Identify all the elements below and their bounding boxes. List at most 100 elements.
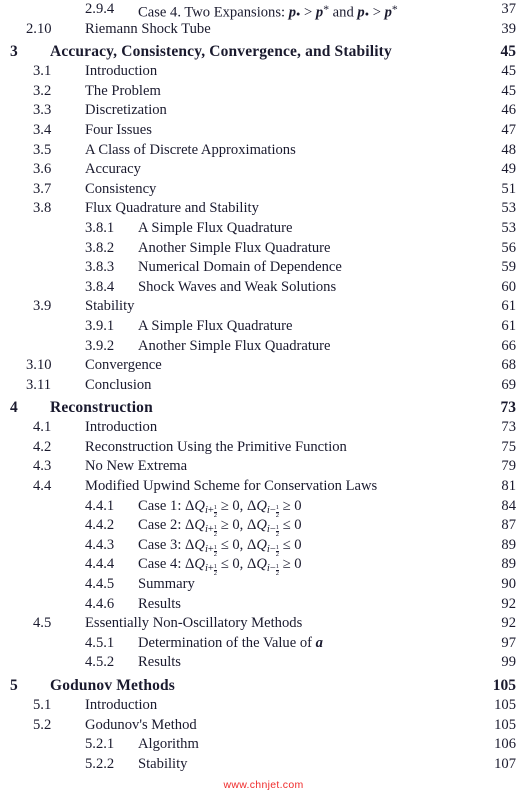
toc-entry-4-3[interactable]: 4.3 No New Extrema 79: [0, 457, 527, 477]
toc-entry-title: Introduction: [85, 697, 158, 713]
toc-entry-3-9-2[interactable]: 3.9.2 Another Simple Flux Quadrature 66: [0, 337, 527, 357]
toc-entry-page-number: 66: [501, 337, 516, 354]
toc-entry-page-number: 87: [501, 517, 516, 534]
toc-entry-3-8-1[interactable]: 3.8.1 A Simple Flux Quadrature 53: [0, 219, 527, 239]
toc-entry-2-9-4[interactable]: 2.9.4 Case 4. Two Expansions: p• > p* and…: [0, 0, 527, 22]
toc-entry-number: 4.5.2: [85, 654, 115, 671]
toc-entry-page-number: 81: [501, 478, 516, 495]
toc-entry-page-number: 37: [501, 1, 516, 17]
toc-entry-3-1[interactable]: 3.1 Introduction 45: [0, 62, 527, 82]
toc-entry-4-2[interactable]: 4.2 Reconstruction Using the Primitive Fu…: [0, 438, 527, 458]
toc-entry-4-4[interactable]: 4.4 Modified Upwind Scheme for Conservati…: [0, 477, 527, 497]
toc-entry-number: 4.4.1: [85, 497, 115, 514]
toc-entry-4-1[interactable]: 4.1 Introduction 73: [0, 418, 527, 438]
toc-entry-4-5-1[interactable]: 4.5.1 Determination of the Value of a 97: [0, 634, 527, 654]
toc-entry-3-2[interactable]: 3.2 The Problem 45: [0, 82, 527, 102]
toc-entry-4[interactable]: 4 Reconstruction 73: [0, 395, 527, 418]
toc-entry-page-number: 46: [501, 102, 516, 119]
toc-entry-number: 4.4: [33, 478, 52, 495]
toc-entry-4-4-5[interactable]: 4.4.5 Summary 90: [0, 575, 527, 595]
toc-entry-title: The Problem: [85, 82, 161, 99]
toc-entry-number: 3.9: [33, 298, 52, 315]
toc-entry-title: Numerical Domain of Dependence: [138, 259, 342, 276]
toc-entry-number: 4.4.2: [85, 517, 115, 534]
toc-entry-number: 4.5.1: [85, 634, 115, 651]
toc-entry-page-number: 84: [501, 497, 516, 514]
toc-entry-number: 3.9.2: [85, 337, 115, 354]
toc-entry-page-number: 79: [501, 458, 516, 475]
toc-entry-3-8-3[interactable]: 3.8.3 Numerical Domain of Dependence 59: [0, 258, 527, 278]
toc-entry-5-2-1[interactable]: 5.2.1 Algorithm 106: [0, 735, 527, 755]
toc-entry-3-3[interactable]: 3.3 Discretization 46: [0, 101, 527, 121]
toc-entry-4-4-6[interactable]: 4.4.6 Results 92: [0, 595, 527, 615]
toc-entry-page-number: 89: [501, 556, 516, 573]
toc-entry-title: Another Simple Flux Quadrature: [138, 239, 331, 256]
toc-entry-number: 3.6: [33, 161, 52, 178]
toc-entry-3-8[interactable]: 3.8 Flux Quadrature and Stability 53: [0, 199, 527, 219]
toc-entry-page-number: 53: [501, 200, 516, 217]
toc-entry-3-5[interactable]: 3.5 A Class of Discrete Approximations 48: [0, 141, 527, 161]
toc-entry-page-number: 73: [501, 419, 516, 436]
toc-entry-5-2-2[interactable]: 5.2.2 Stability 107: [0, 755, 527, 775]
toc-entry-page-number: 49: [501, 161, 516, 178]
toc-entry-page-number: 106: [494, 736, 516, 753]
toc-entry-page-number: 61: [501, 298, 516, 315]
toc-entry-number: 3.9.1: [85, 317, 115, 334]
toc-entry-2-10[interactable]: 2.10 Riemann Shock Tube 39: [0, 20, 527, 40]
toc-entry-5[interactable]: 5 Godunov Methods 105: [0, 673, 527, 696]
toc-entry-3-8-4[interactable]: 3.8.4 Shock Waves and Weak Solutions 60: [0, 278, 527, 298]
toc-entry-4-4-3[interactable]: 4.4.3 Case 3: ΔQi+ 1 2 ≤ 0, ΔQi− 1 2 ≤ 0 89: [0, 536, 527, 558]
toc-entry-page-number: 69: [501, 376, 516, 393]
toc-entry-number: 5.2.1: [85, 736, 115, 753]
toc-entry-page-number: 53: [501, 219, 516, 236]
toc-entry-title: Modified Upwind Scheme for Conservation …: [85, 478, 378, 495]
toc-entry-title: Summary: [138, 576, 195, 593]
toc-entry-number: 5.2.2: [85, 755, 115, 772]
toc-entry-title: Stability: [85, 298, 135, 315]
toc-entry-number: 4.1: [33, 419, 52, 436]
toc-entry-4-4-2[interactable]: 4.4.2 Case 2: ΔQi+ 1 2 ≥ 0, ΔQi− 1 2 ≤ 0 87: [0, 516, 527, 538]
toc-entry-3-8-2[interactable]: 3.8.2 Another Simple Flux Quadrature 56: [0, 239, 527, 259]
toc-entry-number: 4.3: [33, 458, 52, 475]
toc-entry-3-4[interactable]: 3.4 Four Issues 47: [0, 121, 527, 141]
toc-entry-page-number: 75: [501, 438, 516, 455]
toc-entry-4-4-4[interactable]: 4.4.4 Case 4: ΔQi+ 1 2 ≤ 0, ΔQi− 1 2 ≥ 0 89: [0, 555, 527, 577]
toc-entry-number: 3.11: [26, 376, 51, 393]
toc-entry-page-number: 56: [501, 239, 516, 256]
toc-entry-4-4-1[interactable]: 4.4.1 Case 1: ΔQi+ 1 2 ≥ 0, ΔQi− 1 2 ≥ 0 84: [0, 497, 527, 519]
toc-entry-3-9[interactable]: 3.9 Stability 61: [0, 297, 527, 317]
toc-entry-3-10[interactable]: 3.10 Convergence 68: [0, 356, 527, 376]
toc-entry-number: 4.4.5: [85, 576, 115, 593]
site-watermark: www.chnjet.com: [223, 779, 304, 791]
toc-entry-title: Godunov's Method: [85, 716, 197, 733]
toc-entry-page-number: 59: [501, 259, 516, 276]
toc-entry-number: 4.4.6: [85, 595, 115, 612]
toc-entry-page-number: 105: [494, 716, 516, 733]
toc-entry-3-9-1[interactable]: 3.9.1 A Simple Flux Quadrature 61: [0, 317, 527, 337]
toc-entry-5-1[interactable]: 5.1 Introduction 105: [0, 696, 527, 716]
toc-entry-5-2[interactable]: 5.2 Godunov's Method 105: [0, 716, 527, 736]
toc-entry-page-number: 39: [501, 20, 516, 37]
toc-entry-title: Flux Quadrature and Stability: [85, 200, 259, 217]
toc-entry-title: Introduction: [85, 63, 158, 80]
toc-entry-title: A Simple Flux Quadrature: [138, 219, 293, 236]
toc-entry-title: Convergence: [85, 357, 162, 374]
toc-entry-3-6[interactable]: 3.6 Accuracy 49: [0, 160, 527, 180]
toc-entry-page-number: 48: [501, 141, 516, 158]
toc-entry-page-number: 45: [501, 63, 516, 80]
toc-entry-number: 3.8: [33, 200, 52, 217]
toc-entry-title: Another Simple Flux Quadrature: [138, 337, 331, 354]
toc-entry-page-number: 68: [501, 357, 516, 374]
toc-entry-page-number: 61: [501, 317, 516, 334]
toc-entry-4-5[interactable]: 4.5 Essentially Non-Oscillatory Methods 92: [0, 614, 527, 634]
toc-entry-3-11[interactable]: 3.11 Conclusion 69: [0, 376, 527, 396]
toc-entry-title: Determination of the Value of a: [138, 634, 323, 651]
toc-entry-title: Discretization: [85, 102, 167, 119]
toc-entry-title: Accuracy: [85, 161, 141, 178]
toc-entry-3-7[interactable]: 3.7 Consistency 51: [0, 180, 527, 200]
toc-entry-title: Algorithm: [138, 736, 199, 753]
toc-entry-number: 3.8.1: [85, 219, 115, 236]
toc-entry-3[interactable]: 3 Accuracy, Consistency, Convergence, and…: [0, 39, 527, 62]
toc-entry-number: 2.9.4: [85, 1, 115, 17]
toc-entry-4-5-2[interactable]: 4.5.2 Results 99: [0, 653, 527, 673]
